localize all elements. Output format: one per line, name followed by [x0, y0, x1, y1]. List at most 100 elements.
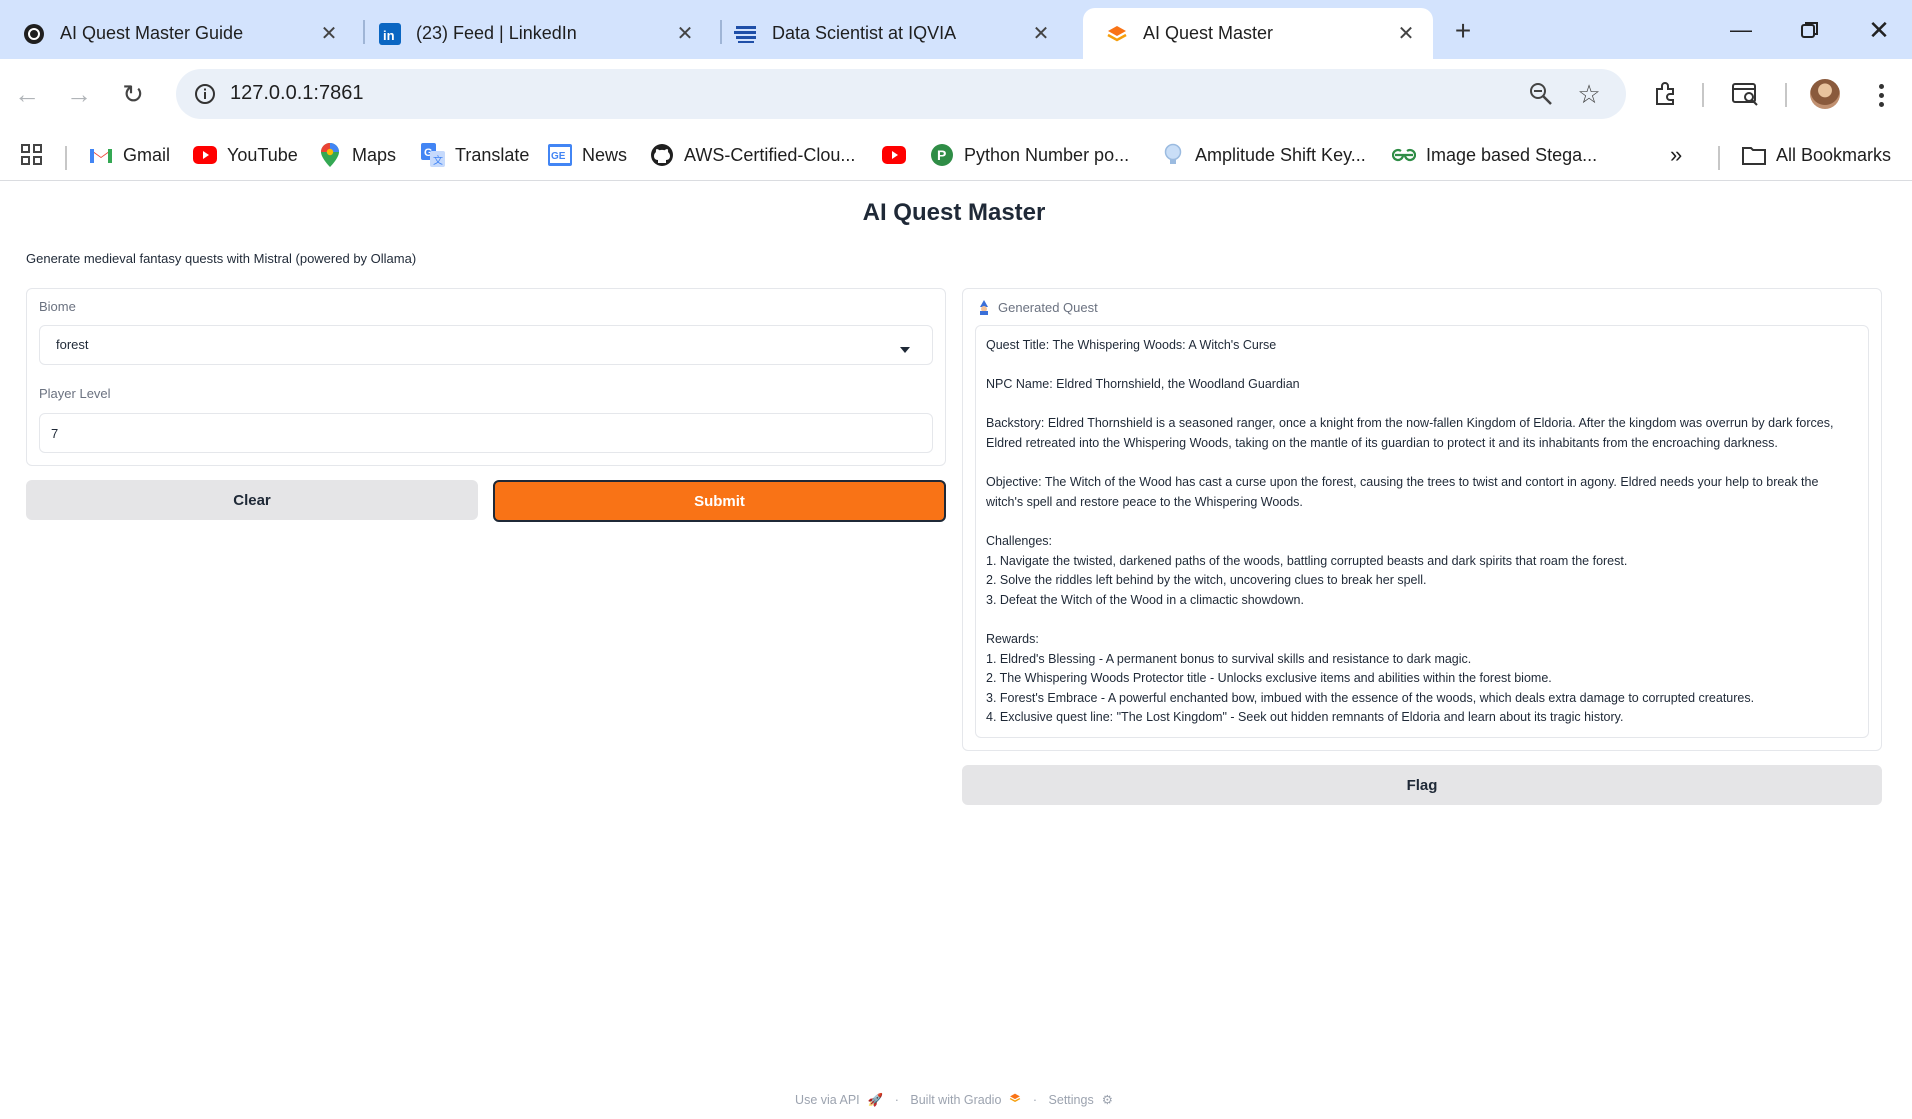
tab-title: AI Quest Master Guide [60, 23, 244, 43]
translate-icon: G文 [421, 143, 445, 167]
zoom-icon[interactable] [1526, 79, 1556, 109]
bookmark-star-icon[interactable]: ☆ [1574, 79, 1604, 109]
bookmark-aws-certified[interactable]: AWS-Certified-Clou... [650, 138, 855, 172]
profile-avatar[interactable] [1810, 79, 1840, 109]
bookmark-amplitude-shift[interactable]: Amplitude Shift Key... [1161, 138, 1366, 172]
built-with-gradio-link[interactable]: Built with Gradio [910, 1093, 1001, 1107]
toolbar-separator [1702, 83, 1704, 107]
gradio-icon [1105, 22, 1129, 46]
bookmark-label: Translate [455, 144, 530, 165]
settings-link[interactable]: Settings [1049, 1093, 1094, 1107]
back-icon[interactable]: ← [6, 73, 48, 115]
bookmarks-separator [65, 146, 67, 170]
bookmark-label: Python Number po... [964, 144, 1130, 165]
news-icon: GE [548, 143, 572, 167]
bookmark-label: AWS-Certified-Clou... [684, 144, 856, 165]
toolbar-separator [1785, 83, 1787, 107]
close-icon[interactable]: ✕ [672, 21, 698, 47]
page-description: Generate medieval fantasy quests with Mi… [26, 251, 417, 266]
tab-linkedin[interactable]: in (23) Feed | LinkedIn ✕ [356, 8, 712, 59]
output-label-row: Generated Quest [976, 299, 1098, 315]
restore-icon[interactable] [1785, 10, 1835, 50]
biome-label: Biome [39, 299, 76, 314]
svg-text:in: in [383, 28, 395, 43]
linkedin-icon: in [378, 22, 402, 46]
bookmark-gmail[interactable]: Gmail [89, 138, 170, 172]
python-icon: P [930, 143, 954, 167]
rocket-icon: 🚀 [867, 1093, 884, 1107]
tab-title: Data Scientist at IQVIA [772, 23, 957, 43]
gmail-icon [89, 143, 113, 167]
bookmark-youtube-2[interactable] [882, 138, 916, 172]
biome-value: forest [56, 337, 89, 352]
geeks-icon [1392, 143, 1416, 167]
bookmark-label: News [582, 144, 628, 165]
forward-icon[interactable]: → [58, 73, 100, 115]
all-bookmarks-label: All Bookmarks [1776, 144, 1892, 165]
window-close-icon[interactable]: ✕ [1854, 10, 1904, 50]
more-menu-icon[interactable] [1866, 77, 1896, 113]
site-info-icon[interactable] [190, 79, 220, 109]
new-tab-icon[interactable]: + [1446, 14, 1480, 48]
folder-icon [1742, 143, 1766, 167]
maps-icon [318, 143, 342, 167]
gear-icon[interactable]: ⚙ [1102, 1093, 1113, 1107]
bookmarks-separator [1718, 146, 1720, 170]
player-level-input[interactable]: 7 [39, 413, 933, 453]
tab-search-icon[interactable] [1727, 75, 1765, 113]
extensions-icon[interactable] [1647, 75, 1685, 113]
address-bar[interactable]: 127.0.0.1:7861 ☆ [176, 69, 1626, 119]
bookmark-label: Maps [352, 144, 397, 165]
close-icon[interactable]: ✕ [1028, 21, 1054, 47]
player-level-label: Player Level [39, 386, 111, 401]
github-icon [650, 143, 674, 167]
biome-dropdown[interactable]: forest [39, 325, 933, 365]
gradio-logo-icon [1009, 1093, 1021, 1107]
openai-icon [22, 22, 46, 46]
player-level-value: 7 [51, 426, 59, 441]
youtube-icon [193, 143, 217, 167]
use-via-api-link[interactable]: Use via API [795, 1093, 860, 1107]
footer-dot: · [1032, 1093, 1038, 1107]
generated-quest-textbox[interactable]: Quest Title: The Whispering Woods: A Wit… [975, 325, 1869, 738]
gradio-footer: Use via API 🚀 · Built with Gradio · Setti… [0, 1092, 1908, 1108]
tab-iqvia[interactable]: Data Scientist at IQVIA ✕ [712, 8, 1068, 59]
flag-button[interactable]: Flag [962, 765, 1882, 805]
bookmark-youtube[interactable]: YouTube [193, 138, 298, 172]
wizard-icon [976, 299, 992, 315]
svg-text:GE: GE [551, 151, 566, 162]
bookmark-image-stega[interactable]: Image based Stega... [1392, 138, 1597, 172]
reload-icon[interactable]: ↻ [112, 73, 154, 115]
iqvia-icon [734, 22, 758, 46]
tab-ai-quest-master[interactable]: AI Quest Master ✕ [1083, 8, 1433, 59]
bookmark-translate[interactable]: G文 Translate [421, 138, 529, 172]
bookmark-news[interactable]: GE News [548, 138, 627, 172]
more-bookmarks-icon[interactable]: » [1670, 138, 1682, 172]
svg-text:文: 文 [433, 154, 443, 167]
bookmark-label: Amplitude Shift Key... [1195, 144, 1366, 165]
all-bookmarks[interactable]: All Bookmarks [1742, 138, 1891, 172]
bulb-icon [1161, 143, 1185, 167]
apps-grid-icon[interactable] [20, 138, 44, 172]
bookmark-label: Gmail [123, 144, 171, 165]
tab-ai-quest-guide[interactable]: AI Quest Master Guide ✕ [0, 8, 356, 59]
youtube-icon [882, 143, 906, 167]
browser-toolbar: ← → ↻ 127.0.0.1:7861 ☆ [0, 59, 1912, 130]
close-icon[interactable]: ✕ [316, 21, 342, 47]
output-label: Generated Quest [998, 299, 1098, 315]
tab-title: AI Quest Master [1143, 23, 1274, 43]
close-icon[interactable]: ✕ [1393, 21, 1419, 47]
bookmarks-bar: Gmail YouTube Maps G文 Translate GE News … [0, 130, 1912, 181]
chevron-down-icon[interactable] [900, 341, 910, 356]
bookmark-maps[interactable]: Maps [318, 138, 396, 172]
minimize-icon[interactable]: — [1716, 10, 1766, 50]
clear-button[interactable]: Clear [26, 480, 478, 520]
footer-dot: · [894, 1093, 899, 1107]
bookmark-python-number[interactable]: P Python Number po... [930, 138, 1129, 172]
page-title: AI Quest Master [862, 199, 1046, 226]
app-page: AI Quest Master Generate medieval fantas… [0, 181, 1912, 1119]
svg-text:P: P [937, 147, 946, 163]
tab-title: (23) Feed | LinkedIn [416, 23, 577, 43]
submit-button[interactable]: Submit [493, 480, 946, 522]
url-text: 127.0.0.1:7861 [230, 82, 364, 104]
